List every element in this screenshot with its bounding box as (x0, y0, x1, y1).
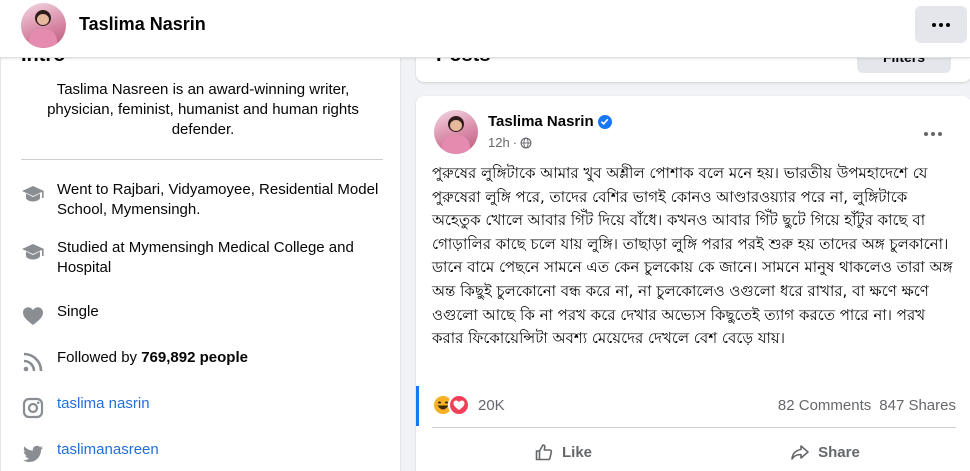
post-author-name[interactable]: Taslima Nasrin (488, 113, 594, 130)
verified-check-icon (597, 114, 612, 129)
comments-count[interactable]: 82 Comments (778, 397, 871, 414)
education-item-college: Studied at Mymensingh Medical College an… (21, 238, 391, 278)
more-options-button[interactable] (915, 6, 967, 43)
education-text: Studied at Mymensingh Medical College an… (57, 239, 354, 276)
followers-count[interactable]: 769,892 people (141, 349, 248, 366)
post-card: Taslima Nasrin 12h · পুরুষের লুঙ্গিটাকে … (416, 96, 970, 471)
intro-card: Intro Taslima Nasreen is an award-winnin… (1, 30, 400, 471)
post-text: পুরুষের লুঙ্গিটাকে আমার খুব অশ্লীল পোশাক… (432, 164, 953, 348)
intro-divider (21, 159, 383, 160)
share-arrow-icon (791, 445, 809, 460)
instagram-item: taslima nasrin (21, 394, 391, 420)
ellipsis-icon (924, 132, 942, 136)
post-stats: 20K 82 Comments 847 Shares (432, 392, 956, 418)
post-options-button[interactable] (915, 116, 951, 152)
relationship-item: Single (21, 302, 391, 328)
followers-prefix: Followed by (57, 349, 142, 366)
thumbs-up-icon (535, 444, 553, 461)
share-button[interactable]: Share (694, 434, 956, 470)
rss-icon (23, 352, 43, 372)
instagram-icon (22, 397, 44, 419)
twitter-link[interactable]: taslimanasreen (57, 440, 159, 460)
post-meta: 12h · (488, 135, 532, 150)
post-timestamp[interactable]: 12h (488, 135, 510, 150)
avatar-body (442, 135, 470, 154)
education-item-school: Went to Rajbari, Vidyamoyee, Residential… (21, 180, 391, 220)
avatar-body (29, 29, 57, 48)
intro-bio: Taslima Nasreen is an award-winning writ… (47, 81, 359, 138)
twitter-icon (23, 445, 43, 462)
post-actions: Like Share (432, 434, 956, 470)
like-label: Like (561, 443, 592, 461)
like-button[interactable]: Like (432, 434, 694, 470)
page-title[interactable]: Taslima Nasrin (79, 14, 206, 35)
ellipsis-icon (932, 22, 950, 27)
actions-divider (432, 427, 956, 428)
heart-icon (23, 307, 43, 325)
meta-separator: · (512, 135, 518, 150)
post-author-avatar[interactable] (434, 110, 478, 154)
followers-item: Followed by 769,892 people (21, 348, 391, 374)
followers-text: Followed by 769,892 people (57, 348, 248, 368)
avatar-face (37, 14, 49, 25)
profile-avatar[interactable] (21, 3, 66, 48)
reaction-count[interactable]: 20K (478, 397, 505, 414)
post-author: Taslima Nasrin (488, 113, 612, 130)
education-text: Went to Rajbari, Vidyamoyee, Residential… (57, 181, 379, 218)
avatar-face (450, 120, 462, 131)
shares-count[interactable]: 847 Shares (879, 397, 956, 414)
engagement-counts: 82 Comments 847 Shares (778, 397, 956, 414)
twitter-item: taslimanasreen (21, 440, 391, 466)
relationship-text: Single (57, 303, 99, 320)
love-emoji-icon[interactable] (448, 394, 470, 416)
focus-indicator (416, 386, 419, 426)
graduation-cap-icon (22, 244, 44, 260)
share-label: Share (818, 443, 860, 461)
graduation-cap-icon (22, 186, 44, 202)
instagram-link[interactable]: taslima nasrin (57, 394, 150, 414)
globe-icon[interactable] (520, 137, 532, 149)
page-header: Taslima Nasrin (0, 0, 970, 58)
